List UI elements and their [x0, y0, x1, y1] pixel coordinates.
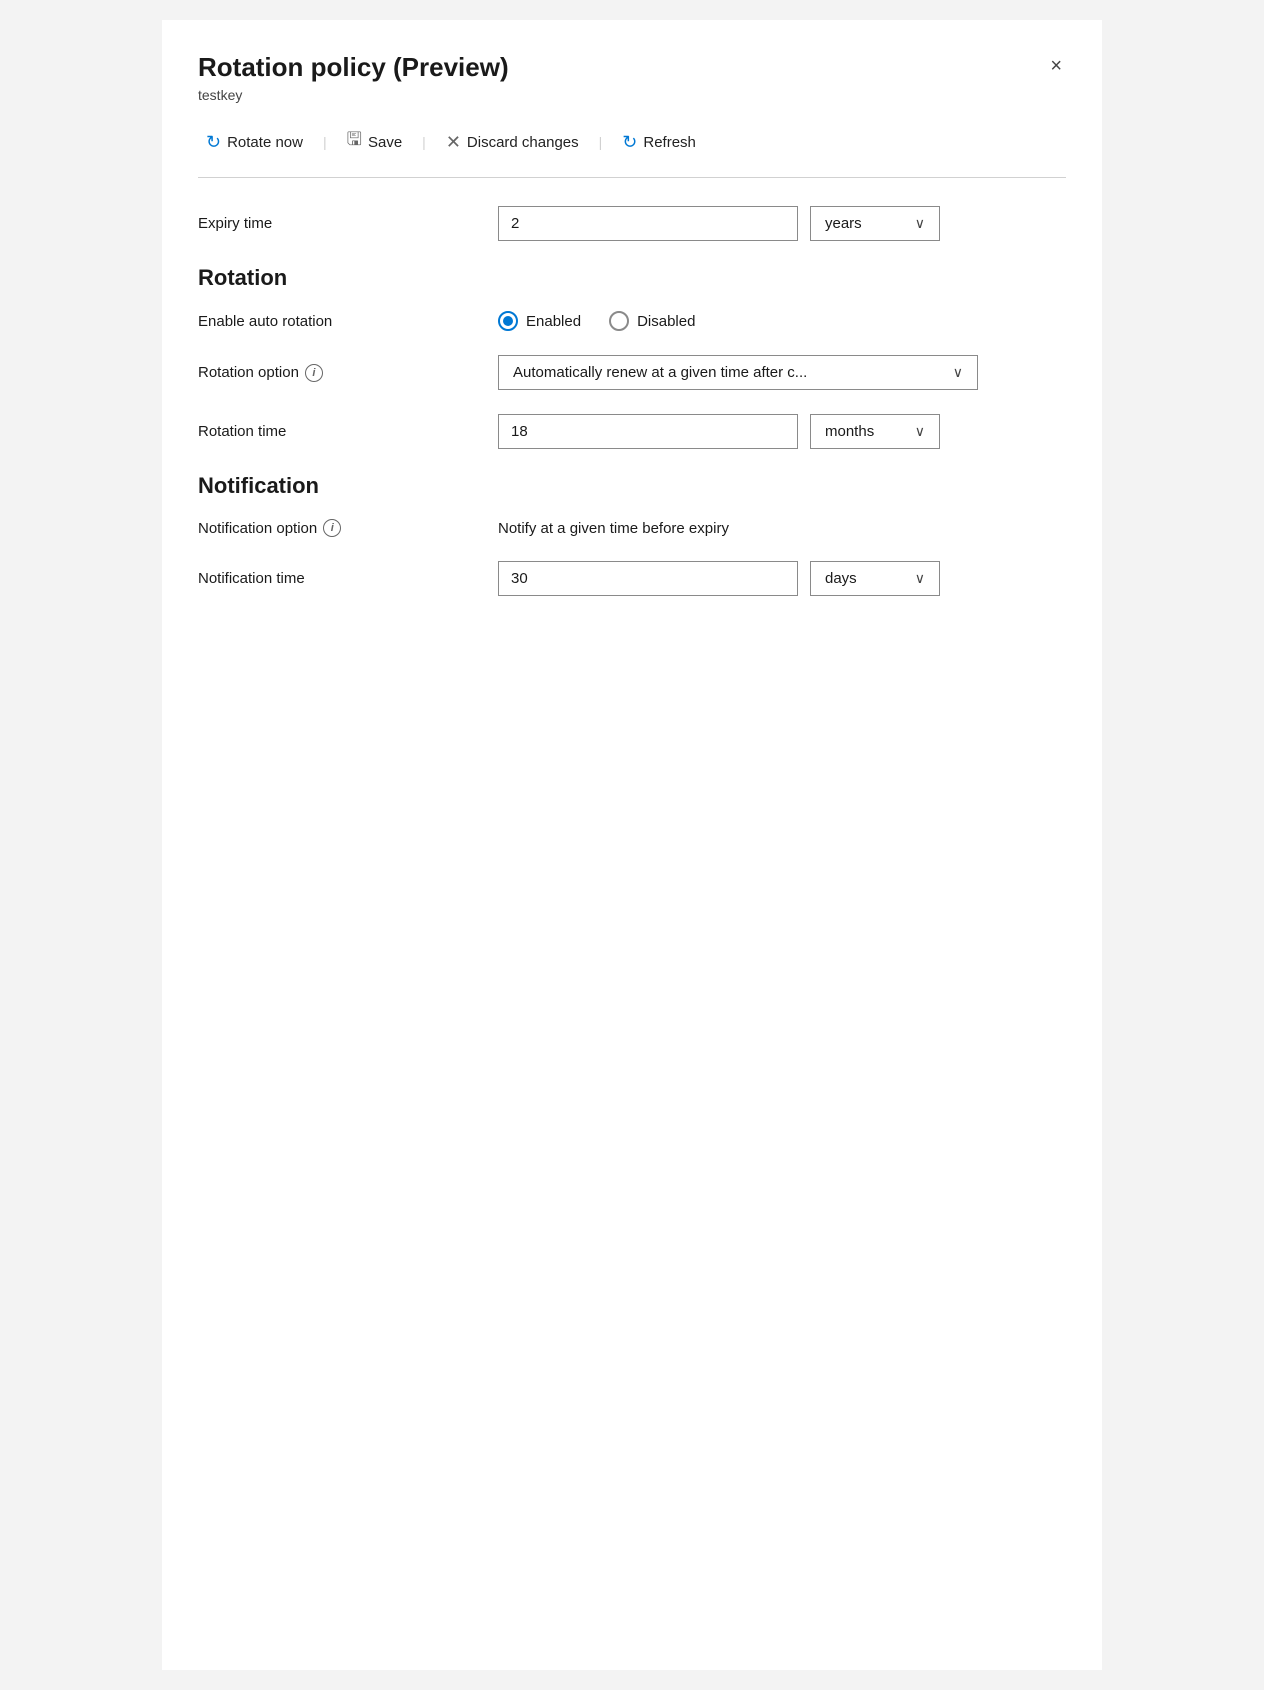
- expiry-time-unit-value: years: [825, 215, 862, 232]
- auto-rotation-row: Enable auto rotation Enabled Disabled: [198, 311, 1066, 331]
- rotation-time-input[interactable]: [498, 414, 798, 449]
- discard-icon: ✕: [446, 132, 461, 153]
- disabled-radio-option[interactable]: Disabled: [609, 311, 695, 331]
- enabled-radio-option[interactable]: Enabled: [498, 311, 581, 331]
- save-button[interactable]: 🖫 Save: [339, 123, 411, 161]
- notification-option-controls: Notify at a given time before expiry: [498, 520, 1066, 537]
- rotation-time-row: Rotation time months ∨: [198, 414, 1066, 449]
- notification-option-value: Notify at a given time before expiry: [498, 520, 729, 537]
- notification-time-unit-select[interactable]: days ∨: [810, 561, 940, 596]
- separator-1: |: [323, 134, 327, 150]
- rotate-now-icon: ↻: [206, 132, 221, 153]
- expiry-time-controls: years ∨: [498, 206, 1066, 241]
- notification-time-controls: days ∨: [498, 561, 1066, 596]
- notification-time-chevron-icon: ∨: [915, 570, 925, 587]
- save-label: Save: [368, 134, 402, 151]
- rotation-option-chevron-icon: ∨: [953, 364, 963, 381]
- enabled-label: Enabled: [526, 313, 581, 330]
- rotation-section: Rotation Enable auto rotation Enabled Di…: [198, 265, 1066, 449]
- notification-option-row: Notification option i Notify at a given …: [198, 519, 1066, 537]
- rotation-time-chevron-icon: ∨: [915, 423, 925, 440]
- rotation-section-label: Rotation: [198, 265, 1066, 291]
- refresh-label: Refresh: [643, 134, 696, 151]
- rotation-time-controls: months ∨: [498, 414, 1066, 449]
- expiry-time-label: Expiry time: [198, 215, 498, 232]
- auto-rotation-label: Enable auto rotation: [198, 313, 498, 330]
- notification-option-info-icon: i: [323, 519, 341, 537]
- notification-time-label: Notification time: [198, 570, 498, 587]
- toolbar: ↻ Rotate now | 🖫 Save | ✕ Discard change…: [198, 123, 1066, 178]
- rotation-option-value: Automatically renew at a given time afte…: [513, 364, 807, 381]
- expiry-time-unit-select[interactable]: years ∨: [810, 206, 940, 241]
- separator-2: |: [422, 134, 426, 150]
- refresh-button[interactable]: ↻ Refresh: [614, 128, 704, 157]
- enabled-radio-circle: [498, 311, 518, 331]
- notification-time-row: Notification time days ∨: [198, 561, 1066, 596]
- close-button[interactable]: ×: [1046, 52, 1066, 80]
- refresh-icon: ↻: [622, 132, 637, 153]
- rotation-time-unit-value: months: [825, 423, 874, 440]
- rotate-now-label: Rotate now: [227, 134, 303, 151]
- notification-time-input[interactable]: [498, 561, 798, 596]
- notification-option-label: Notification option i: [198, 519, 498, 537]
- notification-section: Notification Notification option i Notif…: [198, 473, 1066, 596]
- rotation-option-controls: Automatically renew at a given time afte…: [498, 355, 1066, 390]
- rotation-time-label: Rotation time: [198, 423, 498, 440]
- rotate-now-button[interactable]: ↻ Rotate now: [198, 128, 311, 157]
- discard-button[interactable]: ✕ Discard changes: [438, 128, 587, 157]
- rotation-time-unit-select[interactable]: months ∨: [810, 414, 940, 449]
- rotation-option-select[interactable]: Automatically renew at a given time afte…: [498, 355, 978, 390]
- panel-subtitle: testkey: [198, 87, 1066, 103]
- notification-time-unit-value: days: [825, 570, 857, 587]
- panel-title: Rotation policy (Preview): [198, 52, 509, 83]
- rotation-option-text: Rotation option: [198, 364, 299, 381]
- expiry-time-row: Expiry time years ∨: [198, 206, 1066, 241]
- expiry-time-input[interactable]: [498, 206, 798, 241]
- rotation-option-info-icon: i: [305, 364, 323, 382]
- panel-header: Rotation policy (Preview) ×: [198, 52, 1066, 83]
- rotation-policy-panel: Rotation policy (Preview) × testkey ↻ Ro…: [162, 20, 1102, 1670]
- rotation-option-label: Rotation option i: [198, 364, 498, 382]
- expiry-time-chevron-icon: ∨: [915, 215, 925, 232]
- disabled-label: Disabled: [637, 313, 695, 330]
- disabled-radio-circle: [609, 311, 629, 331]
- notification-section-label: Notification: [198, 473, 1066, 499]
- separator-3: |: [599, 134, 603, 150]
- save-icon: 🖫: [347, 127, 362, 157]
- rotation-option-row: Rotation option i Automatically renew at…: [198, 355, 1066, 390]
- auto-rotation-controls: Enabled Disabled: [498, 311, 1066, 331]
- discard-label: Discard changes: [467, 134, 579, 151]
- notification-option-text: Notification option: [198, 520, 317, 537]
